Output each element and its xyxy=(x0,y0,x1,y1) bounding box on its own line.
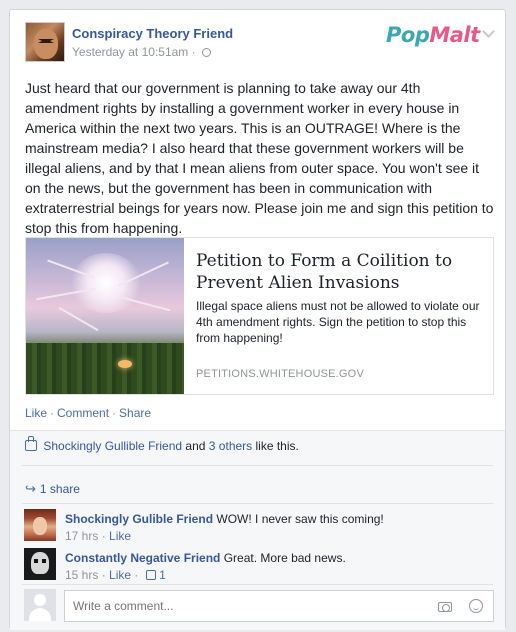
chevron-down-icon[interactable] xyxy=(482,25,495,38)
comment-time[interactable]: 15 hrs xyxy=(65,568,98,582)
comment-item: Shockingly Gulible Friend WOW! I never s… xyxy=(24,509,494,543)
commenter-name[interactable]: Constantly Negative Friend xyxy=(65,551,220,565)
comment-meta: 15 hrs · Like · 1 xyxy=(65,568,166,582)
thumbs-up-icon xyxy=(145,570,156,580)
comment-input[interactable] xyxy=(64,590,494,622)
comment-like-count[interactable]: 1 xyxy=(159,568,166,582)
timestamp-text[interactable]: Yesterday at 10:51am xyxy=(72,45,188,59)
feedback-section: Shockingly Gullible Friend and 3 others … xyxy=(10,430,505,630)
comment-meta: 17 hrs · Like xyxy=(65,529,132,543)
comment-button[interactable]: Comment xyxy=(57,406,109,420)
author-avatar[interactable] xyxy=(25,22,65,62)
preview-title[interactable]: Petition to Form a Coilition to Prevent … xyxy=(196,250,486,294)
shares-link[interactable]: ↪ 1 share xyxy=(25,481,516,497)
divider xyxy=(22,503,493,504)
post-card: Conspiracy Theory Friend Yesterday at 10… xyxy=(9,9,506,630)
preview-image[interactable] xyxy=(26,238,184,394)
globe-icon[interactable] xyxy=(202,48,211,57)
viewer-avatar xyxy=(24,589,56,621)
camera-icon[interactable] xyxy=(438,602,452,612)
post-actions: Like · Comment · Share xyxy=(25,406,152,420)
popmalt-logo: PopMalt xyxy=(386,23,480,47)
link-preview-card[interactable]: Petition to Form a Coilition to Prevent … xyxy=(25,237,494,395)
post-header: Conspiracy Theory Friend Yesterday at 10… xyxy=(10,10,505,70)
post-timestamp[interactable]: Yesterday at 10:51am · xyxy=(72,45,211,59)
comment-like-button[interactable]: Like xyxy=(109,568,131,582)
thumbs-up-icon xyxy=(25,436,37,451)
commenter-avatar[interactable] xyxy=(24,509,56,541)
comment-text: WOW! I never saw this coming! xyxy=(216,512,384,526)
divider xyxy=(22,465,493,466)
smiley-icon[interactable] xyxy=(469,599,483,613)
comment-text: Great. More bad news. xyxy=(223,551,346,565)
liker-name[interactable]: Shockingly Gullible Friend xyxy=(43,439,182,453)
post-text: Just heard that our government is planni… xyxy=(25,80,494,236)
write-comment-box xyxy=(24,589,494,623)
divider xyxy=(22,584,493,585)
comment-like-button[interactable]: Like xyxy=(109,529,131,543)
commenter-avatar[interactable] xyxy=(24,548,56,580)
like-button[interactable]: Like xyxy=(25,406,47,420)
commenter-name[interactable]: Shockingly Gulible Friend xyxy=(65,512,213,526)
preview-description: Illegal space aliens must not be allowed… xyxy=(196,299,480,345)
likes-summary: Shockingly Gullible Friend and 3 others … xyxy=(25,436,516,453)
author-name[interactable]: Conspiracy Theory Friend xyxy=(72,26,233,41)
share-arrow-icon: ↪ xyxy=(25,481,36,496)
comment-time[interactable]: 17 hrs xyxy=(65,529,98,543)
preview-domain: PETITIONS.WHITEHOUSE.GOV xyxy=(196,368,364,380)
others-likes-link[interactable]: 3 others xyxy=(209,439,252,453)
comment-item: Constantly Negative Friend Great. More b… xyxy=(24,548,494,582)
share-button[interactable]: Share xyxy=(119,406,151,420)
